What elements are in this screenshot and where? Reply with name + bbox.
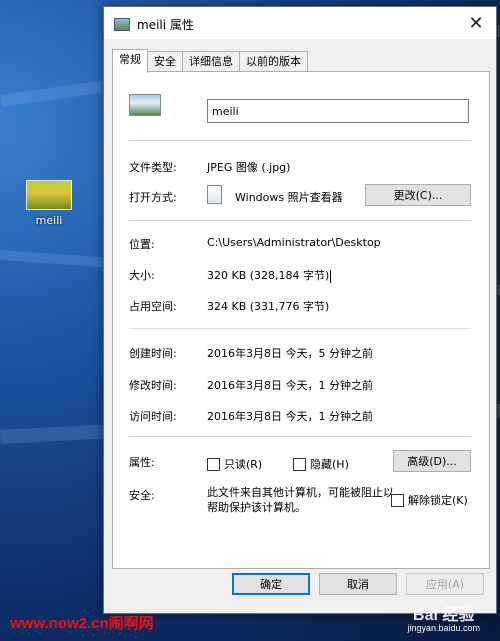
opens-with-value: Windows 照片查看器 — [235, 191, 343, 204]
file-type-value: JPEG 图像 (.jpg) — [207, 161, 291, 174]
checkbox-box — [391, 493, 404, 507]
tab-strip: 常规 安全 详细信息 以前的版本 — [112, 49, 308, 73]
attributes-label: 属性: — [129, 456, 155, 469]
created-value: 2016年3月8日 今天，5 分钟之前 — [207, 347, 373, 360]
modified-value: 2016年3月8日 今天，1 分钟之前 — [207, 379, 373, 392]
tab-details[interactable]: 详细信息 — [182, 51, 240, 72]
file-type-icon — [129, 94, 161, 116]
file-type-label: 文件类型: — [129, 161, 177, 174]
photo-viewer-icon — [207, 185, 222, 204]
title-bar: meili 属性 ✕ — [104, 7, 496, 39]
baidu-jingyan-logo: Bai 经验 — [413, 607, 475, 624]
properties-dialog: meili 属性 ✕ 常规 安全 详细信息 以前的版本 meili 文件类型: … — [103, 6, 497, 614]
accessed-value: 2016年3月8日 今天，1 分钟之前 — [207, 410, 373, 423]
hidden-checkbox[interactable]: 隐藏(H) — [293, 456, 349, 472]
watermark-left: www.now2.cn闹啊网 — [10, 615, 154, 632]
text-caret — [330, 269, 332, 283]
dialog-title: meili 属性 — [137, 18, 194, 32]
size-label: 大小: — [129, 269, 155, 282]
modified-label: 修改时间: — [129, 379, 177, 392]
divider — [129, 328, 471, 329]
change-button[interactable]: 更改(C)... — [365, 184, 471, 206]
created-label: 创建时间: — [129, 347, 177, 360]
divider — [129, 140, 471, 141]
location-value: C:\Users\Administrator\Desktop — [207, 236, 381, 249]
unblock-label: 解除锁定(K) — [408, 494, 468, 507]
tab-security[interactable]: 安全 — [147, 51, 183, 72]
ok-button[interactable]: 确定 — [232, 573, 310, 595]
size-on-disk-label: 占用空间: — [129, 300, 177, 313]
security-message: 此文件来自其他计算机，可能被阻止以帮助保护该计算机。 — [207, 486, 394, 514]
readonly-label: 只读(R) — [224, 458, 263, 471]
opens-with-label: 打开方式: — [129, 191, 177, 204]
security-label: 安全: — [129, 489, 155, 502]
tab-previous-versions[interactable]: 以前的版本 — [239, 51, 308, 72]
desktop-file-icon[interactable]: meili — [22, 180, 76, 227]
accessed-label: 访问时间: — [129, 410, 177, 423]
image-thumbnail-icon — [26, 180, 72, 210]
advanced-button[interactable]: 高级(D)... — [393, 450, 471, 472]
general-panel: meili 文件类型: JPEG 图像 (.jpg) 打开方式: Windows… — [112, 71, 490, 569]
checkbox-box — [207, 457, 220, 471]
divider — [129, 436, 471, 437]
close-icon: ✕ — [468, 12, 484, 34]
size-row: 320 KB (328,184 字节) — [207, 267, 332, 283]
cancel-button[interactable]: 取消 — [319, 573, 397, 595]
desktop-icon-label: meili — [35, 214, 63, 227]
hidden-label: 隐藏(H) — [310, 458, 349, 471]
unblock-checkbox[interactable]: 解除锁定(K) — [391, 492, 468, 508]
apply-button[interactable]: 应用(A) — [406, 573, 484, 595]
divider — [129, 220, 471, 221]
size-on-disk-value: 324 KB (331,776 字节) — [207, 300, 330, 313]
close-button[interactable]: ✕ — [456, 7, 496, 39]
file-name-input[interactable]: meili — [207, 99, 469, 123]
image-file-icon — [114, 18, 130, 31]
tab-general[interactable]: 常规 — [112, 49, 148, 73]
location-label: 位置: — [129, 238, 155, 251]
watermark-right: Bai 经验 jingyan.baidu.com — [407, 607, 480, 635]
checkbox-box — [293, 457, 306, 471]
readonly-checkbox[interactable]: 只读(R) — [207, 456, 262, 472]
size-value: 320 KB (328,184 字节) — [207, 269, 330, 282]
